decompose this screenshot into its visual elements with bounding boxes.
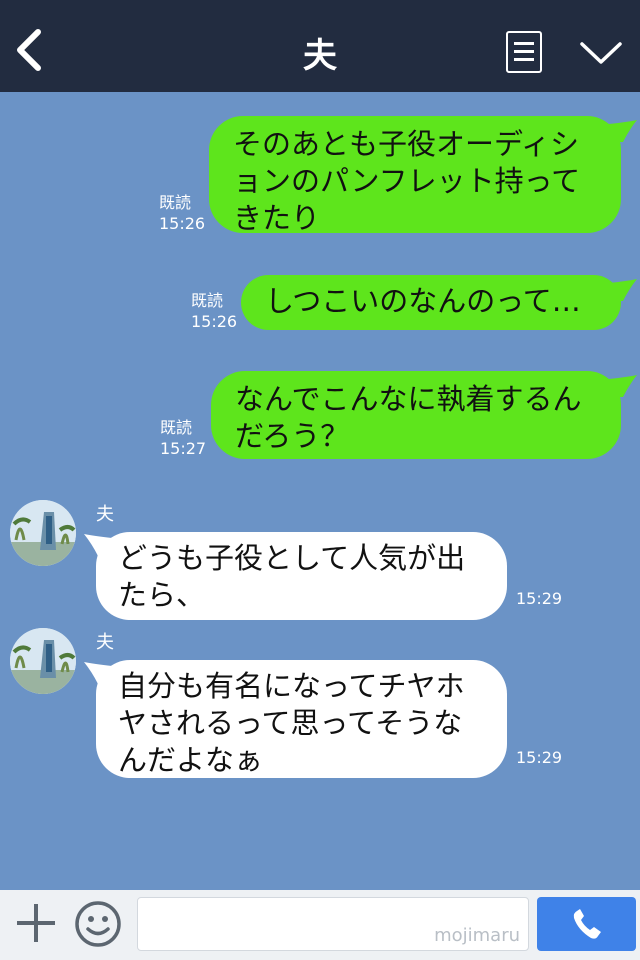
watermark: mojimaru [434,925,520,946]
bubble-tail [609,375,637,397]
sender-name: 夫 [96,504,114,525]
incoming-message[interactable]: どうも子役として人気が出たら、 [96,532,507,620]
read-receipt: 既読 15:27 [160,418,207,458]
outgoing-message[interactable]: そのあとも子役オーディションのパンフレット持ってきたり [209,116,621,235]
outgoing-message[interactable]: しつこいのなんのって… [241,275,621,330]
message-text: 自分も有名になってチヤホヤされるって思ってそうなんだよなぁ [118,669,465,777]
plus-icon[interactable] [14,900,58,944]
message-text: しつこいのなんのって… [265,284,581,318]
message-text: なんでこんなに執着するんだろう？ [235,382,582,453]
message-time: 15:29 [516,589,563,608]
message-input[interactable]: mojimaru [137,897,529,951]
incoming-message[interactable]: 自分も有名になってチヤホヤされるって思ってそうなんだよなぁ [96,660,507,778]
chat-area[interactable]: 既読 15:26 そのあとも子役オーディションのパンフレット持ってきたり 既読 … [0,92,640,890]
phone-icon [573,909,601,939]
sender-name: 夫 [96,632,114,653]
call-button[interactable] [537,897,636,951]
avatar-photo [10,500,76,566]
avatar-photo [10,628,76,694]
avatar[interactable] [10,500,76,566]
chevron-down-icon[interactable] [578,36,624,70]
header-bar: 夫 [0,0,640,92]
message-text: そのあとも子役オーディションのパンフレット持ってきたり [233,127,581,235]
smile-icon[interactable] [74,900,122,948]
read-receipt: 既読 15:26 [159,193,206,233]
outgoing-message[interactable]: なんでこんなに執着するんだろう？ [211,371,621,459]
message-text: どうも子役として人気が出たら、 [118,541,466,612]
read-receipt: 既読 15:26 [191,291,238,331]
bubble-tail [609,279,637,301]
message-time: 15:29 [516,748,563,767]
chat-title: 夫 [303,36,337,76]
avatar[interactable] [10,628,76,694]
menu-icon[interactable] [506,31,542,73]
bubble-tail [609,120,637,142]
